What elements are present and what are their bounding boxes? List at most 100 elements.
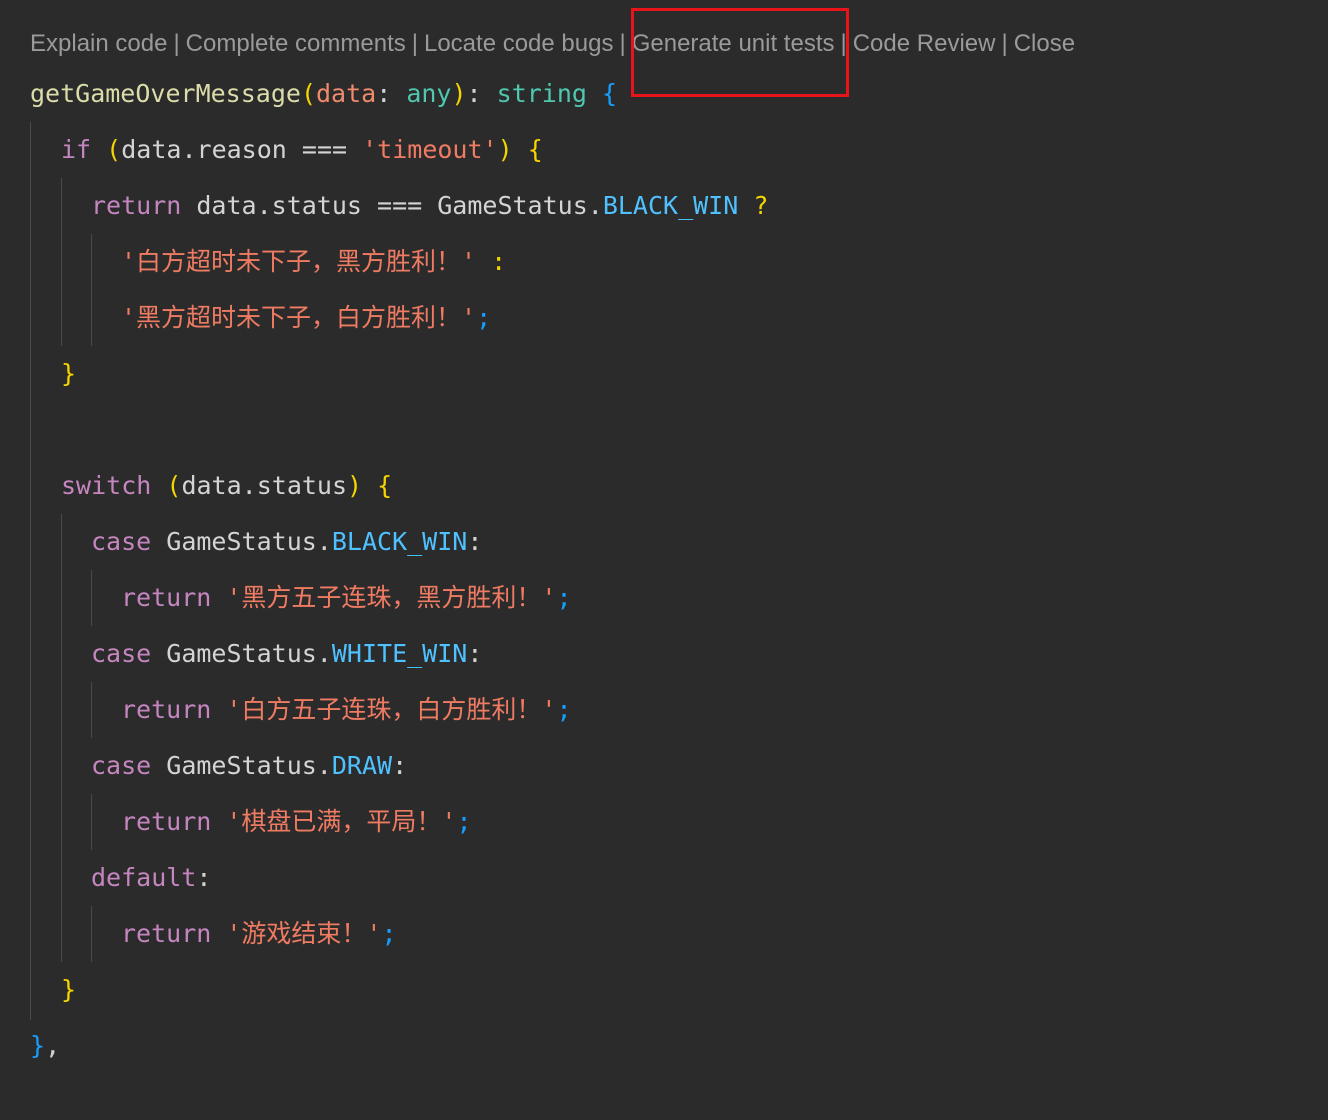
code-line-function-signature: getGameOverMessage(data: any): string {	[30, 74, 617, 114]
operator: ===	[301, 135, 348, 164]
enum-name: GameStatus	[166, 751, 317, 780]
dot: .	[316, 639, 332, 668]
identifier: data	[181, 471, 242, 500]
indent-guide	[91, 682, 92, 738]
paren: (	[106, 135, 122, 164]
colon: :	[392, 751, 408, 780]
code-line-close-switch: }	[61, 970, 76, 1010]
enum-member: WHITE_WIN	[331, 639, 468, 668]
semicolon: ;	[476, 303, 492, 332]
enum-name: GameStatus	[437, 191, 588, 220]
brace: {	[527, 135, 543, 164]
indent-guide	[91, 794, 92, 850]
param-type: any	[406, 79, 452, 108]
code-line-return-ternary: return data.status === GameStatus.BLACK_…	[91, 186, 768, 226]
code-line-return-default: return '游戏结束！';	[121, 914, 397, 954]
code-line-close-function: },	[30, 1026, 60, 1066]
brace: {	[377, 471, 393, 500]
dot: .	[316, 527, 332, 556]
string-literal: '白方超时未下子，黑方胜利！'	[121, 247, 477, 276]
code-line-close-if: }	[61, 354, 76, 394]
code-line-if: if (data.reason === 'timeout') {	[61, 130, 543, 170]
brace: }	[61, 975, 77, 1004]
code-area[interactable]: getGameOverMessage(data: any): string { …	[0, 0, 1328, 1120]
operator: ===	[377, 191, 423, 220]
indent-guide	[91, 906, 92, 962]
semicolon: ;	[556, 695, 572, 724]
colon: :	[467, 527, 483, 556]
code-editor[interactable]: Explain code | Complete comments | Locate co…	[0, 0, 1328, 1120]
dot: .	[587, 191, 603, 220]
keyword-case: case	[91, 527, 152, 556]
enum-member: BLACK_WIN	[331, 527, 468, 556]
string-literal: '黑方五子连珠，黑方胜利！'	[226, 583, 557, 612]
ternary-operator: ?	[753, 191, 769, 220]
colon: :	[466, 79, 497, 108]
paren: )	[497, 135, 513, 164]
keyword-case: case	[91, 639, 152, 668]
string-literal: '游戏结束！'	[226, 919, 382, 948]
keyword-return: return	[91, 191, 182, 220]
colon: :	[467, 639, 483, 668]
code-line-case-draw: case GameStatus.DRAW:	[91, 746, 407, 786]
code-line-return-black-win: return '黑方五子连珠，黑方胜利！';	[121, 578, 572, 618]
comma: ,	[45, 1031, 61, 1060]
colon: :	[196, 863, 212, 892]
keyword-return: return	[121, 807, 212, 836]
dot: .	[316, 751, 332, 780]
string-literal: '棋盘已满，平局！'	[226, 807, 457, 836]
keyword-return: return	[121, 919, 212, 948]
code-line-ternary-true: '白方超时未下子，黑方胜利！' :	[121, 242, 506, 282]
indent-guide	[61, 178, 62, 346]
enum-member: BLACK_WIN	[602, 191, 739, 220]
identifier: data	[196, 191, 257, 220]
paren: )	[451, 79, 467, 108]
return-type: string	[496, 79, 587, 108]
code-line-switch: switch (data.status) {	[61, 466, 392, 506]
semicolon: ;	[556, 583, 572, 612]
paren: )	[347, 471, 363, 500]
dot: .	[241, 471, 257, 500]
keyword-return: return	[121, 583, 212, 612]
paren: (	[166, 471, 182, 500]
paren: (	[300, 79, 316, 108]
colon: :	[376, 79, 407, 108]
code-line-return-white-win: return '白方五子连珠，白方胜利！';	[121, 690, 572, 730]
function-name: getGameOverMessage	[30, 79, 301, 108]
code-line-case-white-win: case GameStatus.WHITE_WIN:	[91, 634, 482, 674]
indent-guide	[91, 570, 92, 626]
dot: .	[256, 191, 272, 220]
brace: }	[61, 359, 77, 388]
brace: }	[30, 1031, 46, 1060]
indent-guide	[91, 234, 92, 346]
dot: .	[181, 135, 197, 164]
code-line-ternary-false: '黑方超时未下子，白方胜利！';	[121, 298, 491, 338]
enum-name: GameStatus	[166, 639, 317, 668]
param-name: data	[316, 79, 377, 108]
enum-member: DRAW	[331, 751, 393, 780]
keyword-default: default	[91, 863, 197, 892]
property: status	[256, 471, 348, 500]
brace: {	[602, 79, 618, 108]
code-line-case-black-win: case GameStatus.BLACK_WIN:	[91, 522, 482, 562]
code-line-default: default:	[91, 858, 211, 898]
semicolon: ;	[381, 919, 397, 948]
keyword-case: case	[91, 751, 152, 780]
keyword-return: return	[121, 695, 212, 724]
